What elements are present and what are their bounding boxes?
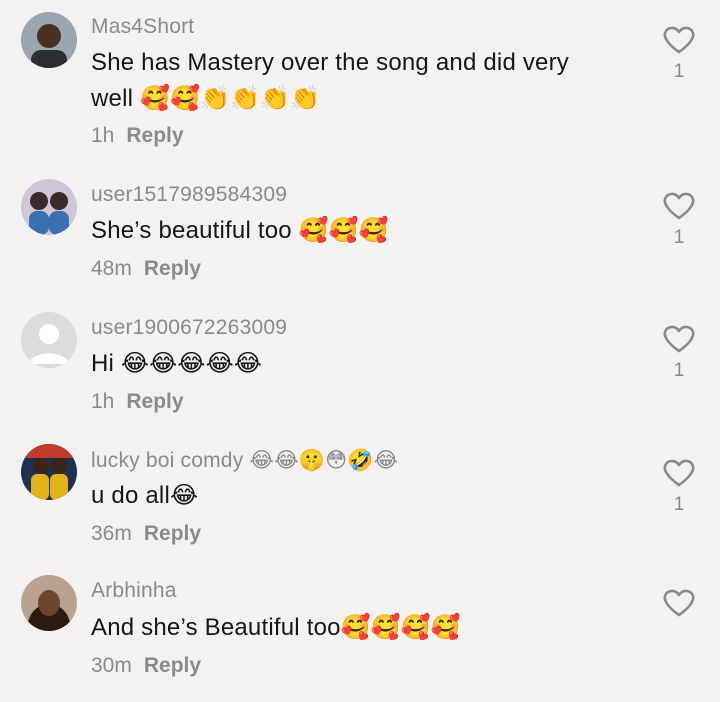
comment-username[interactable]: user1900672263009 (91, 316, 287, 340)
comment-time: 1h (91, 124, 115, 147)
like-count: 1 (673, 494, 685, 515)
comment-time: 30m (91, 654, 132, 677)
comment-text: And she’s Beautiful too🥰🥰🥰🥰 (91, 614, 461, 641)
comment-username[interactable]: Arbhinha (91, 579, 177, 603)
comment-text: Hi 😂😂😂😂😂 (91, 350, 263, 377)
like-button[interactable]: 1 (660, 324, 698, 382)
reply-button[interactable]: Reply (144, 522, 201, 545)
comment-username[interactable]: Mas4Short (91, 15, 194, 39)
reply-button[interactable]: Reply (144, 257, 201, 280)
comment-text: u do all😂 (91, 482, 199, 509)
comment-username[interactable]: user1517989584309 (91, 183, 287, 207)
comment-meta: 48m Reply (91, 257, 201, 281)
comment-text: She has Mastery over the song and did ve… (91, 49, 569, 112)
like-count: 1 (673, 227, 685, 248)
comment-meta: 1h Reply (91, 124, 184, 148)
heart-icon (663, 192, 695, 220)
comment-username[interactable]: lucky boi comdy 😂😂🤫😳🤣😂 (91, 448, 398, 473)
like-count: 1 (673, 360, 685, 381)
comment-time: 48m (91, 257, 132, 280)
comment-time: 1h (91, 390, 115, 413)
like-button[interactable]: 1 (660, 191, 698, 249)
reply-button[interactable]: Reply (126, 390, 183, 413)
avatar[interactable] (21, 575, 77, 631)
avatar[interactable] (21, 444, 77, 500)
like-button[interactable]: 1 (660, 25, 698, 83)
comment-meta: 1h Reply (91, 390, 184, 414)
heart-icon (663, 589, 695, 617)
heart-icon (663, 26, 695, 54)
like-count: 1 (673, 61, 685, 82)
comment-meta: 36m Reply (91, 522, 201, 546)
heart-icon (663, 459, 695, 487)
comment-time: 36m (91, 522, 132, 545)
comment-text: She’s beautiful too 🥰🥰🥰 (91, 217, 389, 244)
like-button[interactable] (660, 588, 698, 624)
like-button[interactable]: 1 (660, 458, 698, 516)
comment-list: Mas4Short She has Mastery over the song … (0, 0, 720, 702)
avatar[interactable] (21, 12, 77, 68)
avatar[interactable] (21, 179, 77, 235)
heart-icon (663, 325, 695, 353)
comment-meta: 30m Reply (91, 654, 201, 678)
reply-button[interactable]: Reply (144, 654, 201, 677)
reply-button[interactable]: Reply (126, 124, 183, 147)
avatar[interactable] (21, 312, 77, 368)
